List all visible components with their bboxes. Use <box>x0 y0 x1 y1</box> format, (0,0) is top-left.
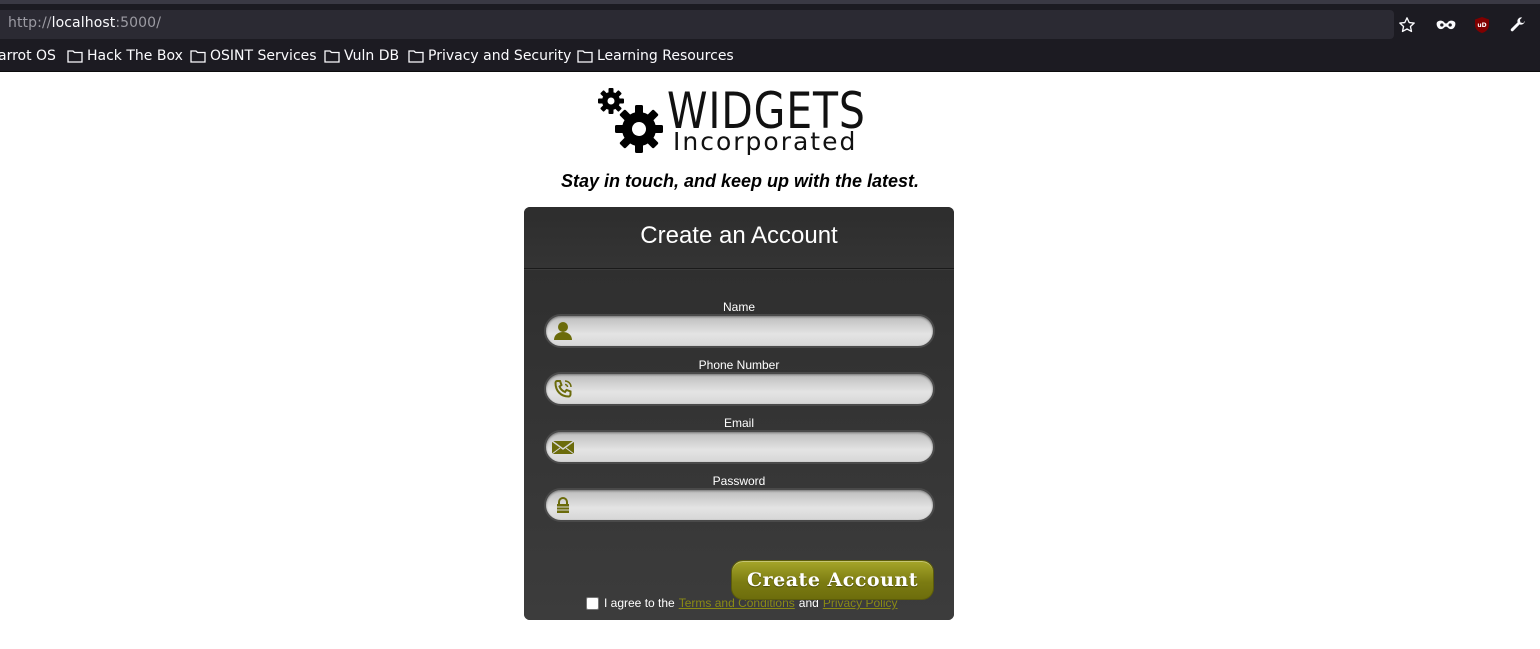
bookmark-label: Hack The Box <box>87 48 183 64</box>
url-prefix: http:// <box>8 15 52 31</box>
password-field[interactable] <box>544 488 935 522</box>
create-account-button[interactable]: Create Account <box>731 560 934 600</box>
wrench-icon[interactable] <box>1507 14 1529 36</box>
mask-icon[interactable] <box>1435 14 1457 36</box>
form-title: Create an Account <box>640 222 838 249</box>
folder-icon <box>408 50 424 63</box>
email-field[interactable] <box>544 430 935 464</box>
bookmark-label: arrot OS <box>0 48 56 64</box>
browser-toolbar: http://localhost:5000/ uD <box>0 0 1540 41</box>
bookmark-learning-resources[interactable]: Learning Resources <box>577 48 734 64</box>
folder-icon <box>67 50 83 63</box>
person-icon <box>554 322 572 340</box>
bookmark-label: Vuln DB <box>344 48 400 64</box>
bookmark-privacy-and-security[interactable]: Privacy and Security <box>408 48 571 64</box>
agree-checkbox[interactable] <box>586 596 599 610</box>
bookmark-vuln-db[interactable]: Vuln DB <box>324 48 399 64</box>
create-account-card: Create an Account Name Phone Number Emai… <box>524 207 954 620</box>
phone-field[interactable] <box>544 372 935 406</box>
url-bar[interactable]: http://localhost:5000/ <box>0 10 1394 39</box>
bookmark-hack-the-box[interactable]: Hack The Box <box>67 48 183 64</box>
bookmark-osint-services[interactable]: OSINT Services <box>190 48 317 64</box>
password-label: Password <box>712 474 766 488</box>
svg-text:uD: uD <box>1477 22 1486 29</box>
bookmark-parrot-os[interactable]: arrot OS <box>0 48 56 64</box>
card-body: Name Phone Number Email Password I agree… <box>524 270 954 620</box>
url-text[interactable]: http://localhost:5000/ <box>8 15 161 31</box>
star-icon[interactable] <box>1396 14 1418 36</box>
company-logo: WIDGETS Incorporated <box>597 82 887 157</box>
bookmark-label: OSINT Services <box>210 48 317 64</box>
email-label: Email <box>723 416 754 430</box>
folder-icon <box>577 50 593 63</box>
gears-icon <box>598 88 663 153</box>
ublock-icon[interactable]: uD <box>1471 14 1493 36</box>
envelope-icon <box>552 440 574 455</box>
bookmarks-bar: arrot OS Hack The Box OSINT Services Vul… <box>0 41 1540 72</box>
name-input[interactable] <box>580 316 925 346</box>
name-label: Name <box>722 300 755 314</box>
logo-subtitle: Incorporated <box>673 127 858 156</box>
url-suffix: :5000/ <box>115 15 162 31</box>
password-input[interactable] <box>580 490 925 520</box>
name-field[interactable] <box>544 314 935 348</box>
folder-icon <box>324 50 340 63</box>
url-host: localhost <box>51 15 116 31</box>
agree-prefix: I agree to the <box>604 596 675 610</box>
phone-input[interactable] <box>580 374 925 404</box>
folder-icon <box>190 50 206 63</box>
bookmark-label: Learning Resources <box>597 48 734 64</box>
phone-label: Phone Number <box>698 358 780 372</box>
tagline: Stay in touch, and keep up with the late… <box>560 171 920 191</box>
bookmark-label: Privacy and Security <box>428 48 572 64</box>
card-header: Create an Account <box>524 207 954 269</box>
lock-icon <box>557 497 569 513</box>
phone-icon <box>554 380 572 398</box>
email-input[interactable] <box>580 432 925 462</box>
